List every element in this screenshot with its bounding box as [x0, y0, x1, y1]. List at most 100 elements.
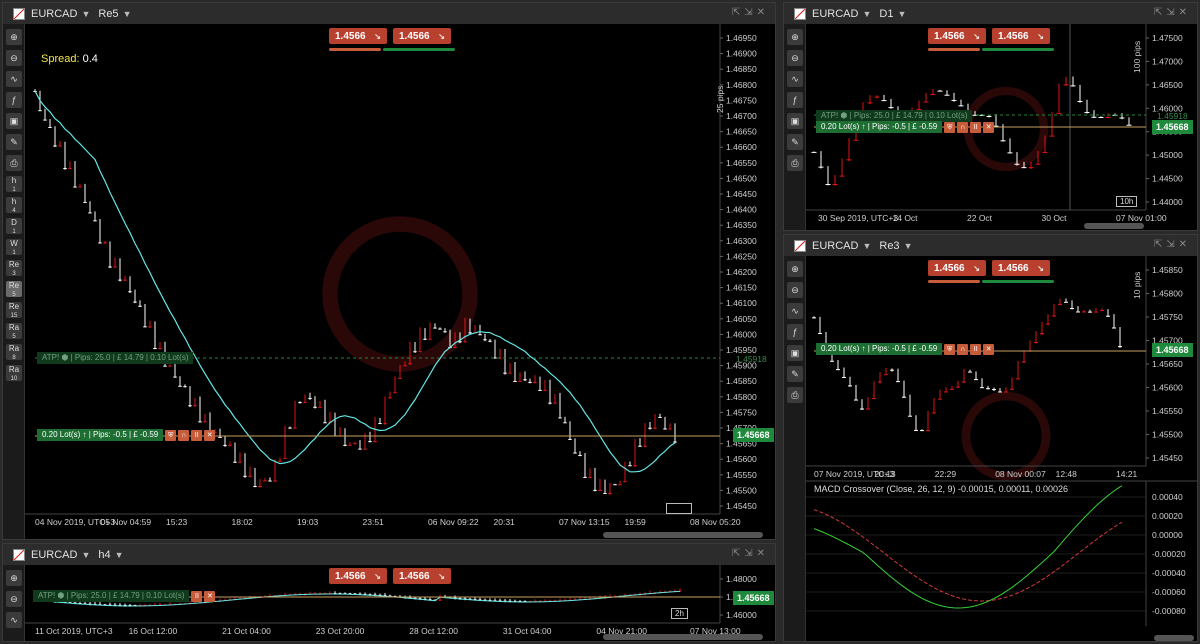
atp-order-line[interactable]: ATP! ⬢ | Pips: 25.0 | £ 14.79 | 0.10 Lot…: [37, 352, 194, 364]
search-minus-icon[interactable]: ⊖: [787, 50, 803, 66]
symbol-dropdown-icon[interactable]: ▼: [81, 550, 90, 560]
window-controls[interactable]: ⇱⇲✕: [732, 7, 769, 18]
chart-titlebar[interactable]: EURCAD ▼ Re3 ▼ ⇱⇲✕: [784, 235, 1197, 256]
close-position-icon[interactable]: ✕: [983, 121, 995, 133]
buy-ticket-button[interactable]: 1.4566 ↘: [393, 28, 451, 44]
sell-ticket-button[interactable]: 1.4566 ↘: [928, 260, 986, 276]
search-plus-icon[interactable]: ⊕: [787, 261, 803, 277]
symbol-dropdown-icon[interactable]: ▼: [862, 241, 871, 251]
snapshot-icon[interactable]: ⎙: [787, 387, 803, 403]
double-icon[interactable]: II: [191, 590, 203, 602]
window-controls[interactable]: ⇱⇲✕: [1154, 7, 1191, 18]
protect-icon[interactable]: ⛨: [165, 429, 177, 441]
timeframe-dropdown-icon[interactable]: ▼: [115, 550, 124, 560]
sell-ticket-button[interactable]: 1.4566 ↘: [329, 28, 387, 44]
chart-type-icon[interactable]: ∿: [787, 71, 803, 87]
timeframe-dropdown-icon[interactable]: ▼: [123, 9, 132, 19]
search-minus-icon[interactable]: ⊖: [6, 50, 22, 66]
buy-ticket-button[interactable]: 1.4566 ↘: [393, 568, 451, 584]
search-plus-icon[interactable]: ⊕: [6, 29, 22, 45]
bear-candle: [318, 406, 322, 408]
price-chart-re3[interactable]: 1.458501.458001.457501.457001.456501.456…: [806, 256, 1198, 642]
templates-icon[interactable]: ▣: [6, 113, 22, 129]
search-plus-icon[interactable]: ⊕: [787, 29, 803, 45]
symbol-label[interactable]: EURCAD: [31, 549, 77, 561]
horizontal-scrollbar[interactable]: [1154, 635, 1194, 641]
horizontal-scrollbar[interactable]: [1084, 223, 1144, 229]
sell-ticket-button[interactable]: 1.4566 ↘: [928, 28, 986, 44]
position-line[interactable]: 0.20 Lot(s) ↑ | Pips: -0.5 | £ -0.59 ⛨ ∩…: [816, 121, 995, 133]
search-plus-icon[interactable]: ⊕: [6, 570, 22, 586]
templates-icon[interactable]: ▣: [787, 345, 803, 361]
snapshot-icon[interactable]: ⎙: [787, 155, 803, 171]
drawing-icon[interactable]: ✎: [6, 134, 22, 150]
symbol-label[interactable]: EURCAD: [812, 8, 858, 20]
timeframe-button-d1[interactable]: D1: [6, 218, 22, 235]
atp-order-line[interactable]: ATP! ⬢ | Pips: 25.0 | £ 14.79 | 0.10 Lot…: [33, 590, 216, 602]
drawing-icon[interactable]: ✎: [787, 134, 803, 150]
protect-icon[interactable]: ⛨: [944, 121, 956, 133]
timeframe-label[interactable]: D1: [879, 8, 893, 20]
bull-candle: [980, 387, 984, 389]
timeframe-dropdown-icon[interactable]: ▼: [897, 9, 906, 19]
timeframe-button-re15[interactable]: Re 15: [6, 302, 22, 319]
chart-panel-d1[interactable]: EURCAD ▼ D1 ▼ ⇱⇲✕ ⊕ ⊖ ∿ ƒ ▣ ✎ ⎙ 1.47500 1.47000…: [783, 2, 1198, 231]
symbol-dropdown-icon[interactable]: ▼: [862, 9, 871, 19]
indicators-icon[interactable]: ƒ: [787, 92, 803, 108]
chart-type-icon[interactable]: ∿: [6, 71, 22, 87]
timeframe-label[interactable]: h4: [98, 549, 110, 561]
horizontal-scrollbar[interactable]: [603, 532, 763, 538]
timeframe-label[interactable]: Re5: [98, 8, 118, 20]
close-position-icon[interactable]: ✕: [983, 343, 995, 355]
position-line[interactable]: 0.20 Lot(s) ↑ | Pips: -0.5 | £ -0.59 ⛨ ∩…: [816, 343, 995, 355]
sell-ticket-button[interactable]: 1.4566 ↘: [329, 568, 387, 584]
chart-type-icon[interactable]: ∿: [787, 303, 803, 319]
indicators-icon[interactable]: ƒ: [6, 92, 22, 108]
templates-icon[interactable]: ▣: [787, 113, 803, 129]
window-controls[interactable]: ⇱⇲✕: [1154, 239, 1191, 250]
timeframe-label[interactable]: Re3: [879, 240, 899, 252]
close-position-icon[interactable]: ✕: [204, 429, 216, 441]
double-icon[interactable]: II: [970, 121, 982, 133]
protect-icon[interactable]: ⛨: [944, 343, 956, 355]
timeframe-button-ra10[interactable]: Ra 10: [6, 365, 22, 382]
timeframe-button-w1[interactable]: W1: [6, 239, 22, 256]
position-line[interactable]: 0.20 Lot(s) ↑ | Pips: -0.5 | £ -0.59 ⛨ ∩…: [37, 429, 216, 441]
horizontal-scrollbar[interactable]: [603, 634, 763, 640]
double-icon[interactable]: II: [970, 343, 982, 355]
search-minus-icon[interactable]: ⊖: [6, 591, 22, 607]
buy-ticket-button[interactable]: 1.4566 ↘: [992, 260, 1050, 276]
symbol-label[interactable]: EURCAD: [31, 8, 77, 20]
chart-panel-re3[interactable]: EURCAD ▼ Re3 ▼ ⇱⇲✕ ⊕ ⊖ ∿ ƒ ▣ ✎ ⎙ 1.45850 1.4580…: [783, 234, 1198, 642]
drawing-icon[interactable]: ✎: [787, 366, 803, 382]
x-tick-label: 08 Nov 05:20: [690, 517, 741, 527]
reverse-icon[interactable]: ∩: [178, 429, 190, 441]
price-chart-main[interactable]: 1.46950 1.46900 1.46850 1.46800 1.46750 1.467…: [25, 24, 776, 540]
chart-panel-re5[interactable]: EURCAD ▼ Re5 ▼ ⇱⇲✕ ⊕ ⊖ ∿ ƒ ▣ ✎ ⎙ h 1 h 4 D 1 W 1 Re 3 Re 5…: [2, 2, 776, 540]
chart-titlebar[interactable]: EURCAD ▼ Re5 ▼ ⇱⇲✕: [3, 3, 775, 24]
symbol-label[interactable]: EURCAD: [812, 240, 858, 252]
snapshot-icon[interactable]: ⎙: [6, 155, 22, 171]
timeframe-dropdown-icon[interactable]: ▼: [904, 241, 913, 251]
timeframe-button-re5[interactable]: Re 5: [6, 281, 22, 298]
timeframe-button-re3[interactable]: Re 3: [6, 260, 22, 277]
timeframe-button-h4[interactable]: h4: [6, 197, 22, 214]
bull-candle: [558, 417, 562, 419]
chart-titlebar[interactable]: EURCAD ▼ D1 ▼ ⇱⇲✕: [784, 3, 1197, 24]
symbol-dropdown-icon[interactable]: ▼: [81, 9, 90, 19]
chart-type-icon[interactable]: ∿: [6, 612, 22, 628]
bear-candle: [533, 381, 537, 383]
double-icon[interactable]: II: [191, 429, 203, 441]
timeframe-button-h1[interactable]: h1: [6, 176, 22, 193]
timeframe-button-ra5[interactable]: Ra 5: [6, 323, 22, 340]
buy-ticket-button[interactable]: 1.4566 ↘: [992, 28, 1050, 44]
indicators-icon[interactable]: ƒ: [787, 324, 803, 340]
chart-titlebar[interactable]: EURCAD ▼ h4 ▼ ⇱⇲✕: [3, 544, 775, 565]
reverse-icon[interactable]: ∩: [957, 343, 969, 355]
search-minus-icon[interactable]: ⊖: [787, 282, 803, 298]
window-controls[interactable]: ⇱⇲✕: [732, 548, 769, 559]
reverse-icon[interactable]: ∩: [957, 121, 969, 133]
chart-panel-h4[interactable]: EURCAD ▼ h4 ▼ ⇱⇲✕ ⊕⊖∿ 1.480001.470001.46…: [2, 543, 776, 642]
timeframe-button-ra8[interactable]: Ra 8: [6, 344, 22, 361]
close-position-icon[interactable]: ✕: [204, 590, 216, 602]
